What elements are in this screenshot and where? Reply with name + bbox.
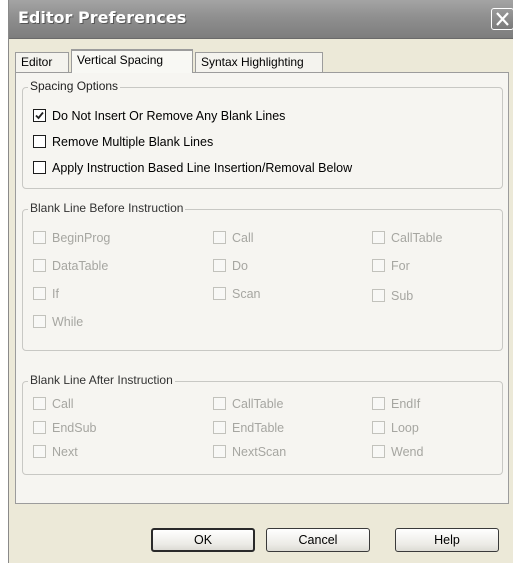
checkbox-label: NextScan <box>232 445 287 459</box>
checkbox-label: Loop <box>391 421 419 435</box>
checkbox-box[interactable] <box>213 397 226 410</box>
checkbox-box[interactable] <box>33 315 46 328</box>
after-instruction-group: Blank Line After Instruction Call CallTab… <box>22 373 503 475</box>
checkbox-box[interactable] <box>372 421 385 434</box>
checkbox-box[interactable] <box>213 287 226 300</box>
checkbox-box[interactable] <box>33 109 46 122</box>
checkbox-box[interactable] <box>33 231 46 244</box>
tab-syntax-highlighting-label: Syntax Highlighting <box>201 55 304 69</box>
checkbox-box[interactable] <box>372 289 385 302</box>
tab-vertical-spacing-label: Vertical Spacing <box>77 53 164 67</box>
spacing-options-title: Spacing Options <box>28 79 121 93</box>
checkbox-label: CallTable <box>232 397 284 411</box>
ok-button-label: OK <box>193 533 213 547</box>
checkbox-label: While <box>52 315 84 329</box>
checkbox-label: Scan <box>232 287 261 301</box>
checkbox-label: EndSub <box>52 421 97 435</box>
tab-editor[interactable]: Editor <box>15 52 69 72</box>
tab-syntax-highlighting[interactable]: Syntax Highlighting <box>195 52 323 72</box>
before-instruction-title: Blank Line Before Instruction <box>28 201 186 215</box>
checkbox-label: Next <box>52 445 78 459</box>
tab-strip: Editor Vertical Spacing Syntax Highlight… <box>15 49 510 73</box>
checkbox-label: For <box>391 259 410 273</box>
checkbox-box[interactable] <box>213 421 226 434</box>
checkbox-label: CallTable <box>391 231 443 245</box>
checkbox-label: Do <box>232 259 248 273</box>
checkbox-box[interactable] <box>33 445 46 458</box>
cancel-button[interactable]: Cancel <box>266 528 370 552</box>
checkbox-box[interactable] <box>213 445 226 458</box>
tab-vertical-spacing[interactable]: Vertical Spacing <box>71 49 193 73</box>
checkbox-box[interactable] <box>372 259 385 272</box>
checkbox-label: BeginProg <box>52 231 111 245</box>
checkbox-box[interactable] <box>33 287 46 300</box>
close-icon <box>496 12 509 26</box>
checkbox-label: EndIf <box>391 397 421 411</box>
checkbox-box[interactable] <box>213 259 226 272</box>
vertical-spacing-panel: Spacing Options Do Not Insert Or Remove … <box>15 72 509 504</box>
checkbox-box[interactable] <box>372 397 385 410</box>
checkbox-box[interactable] <box>33 259 46 272</box>
checkbox-label: DataTable <box>52 259 109 273</box>
checkbox-label: If <box>52 287 59 301</box>
checkbox-label: Call <box>52 397 74 411</box>
checkbox-label: Call <box>232 231 254 245</box>
close-button[interactable] <box>491 8 513 30</box>
checkbox-label: Do Not Insert Or Remove Any Blank Lines <box>52 109 286 123</box>
checkbox-box[interactable] <box>372 231 385 244</box>
checkbox-label: Apply Instruction Based Line Insertion/R… <box>52 161 353 175</box>
cancel-button-label: Cancel <box>298 533 338 547</box>
checkmark-icon <box>35 111 44 120</box>
checkbox-label: EndTable <box>232 421 285 435</box>
checkbox-label: Remove Multiple Blank Lines <box>52 135 214 149</box>
checkbox-label: Sub <box>391 289 414 303</box>
ok-button[interactable]: OK <box>151 528 255 552</box>
checkbox-box[interactable] <box>33 161 46 174</box>
checkbox-box[interactable] <box>372 445 385 458</box>
title-bar[interactable]: Editor Preferences <box>9 0 513 39</box>
window-title: Editor Preferences <box>18 8 187 27</box>
tab-editor-label: Editor <box>21 55 53 69</box>
editor-preferences-dialog: Editor Preferences Editor Vertical Spaci… <box>8 0 513 563</box>
before-instruction-group: Blank Line Before Instruction BeginProg C… <box>22 201 503 351</box>
checkbox-box[interactable] <box>33 421 46 434</box>
checkbox-box[interactable] <box>33 397 46 410</box>
checkbox-label: Wend <box>391 445 424 459</box>
help-button[interactable]: Help <box>395 528 499 552</box>
checkbox-box[interactable] <box>33 135 46 148</box>
after-instruction-title: Blank Line After Instruction <box>28 373 175 387</box>
help-button-label: Help <box>434 533 460 547</box>
spacing-options-group: Spacing Options Do Not Insert Or Remove … <box>22 79 503 189</box>
checkbox-box[interactable] <box>213 231 226 244</box>
